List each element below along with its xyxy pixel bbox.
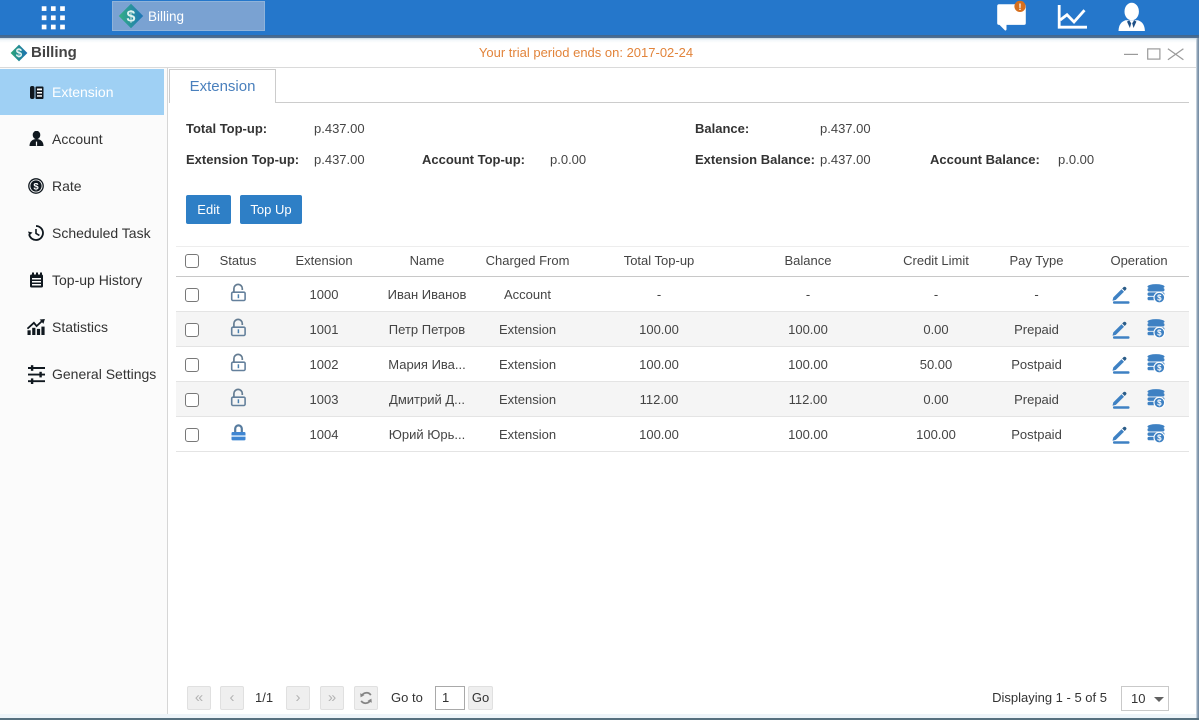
svg-text:$: $ xyxy=(127,9,136,26)
svg-text:$: $ xyxy=(33,182,39,193)
svg-text:!: ! xyxy=(1019,2,1022,12)
